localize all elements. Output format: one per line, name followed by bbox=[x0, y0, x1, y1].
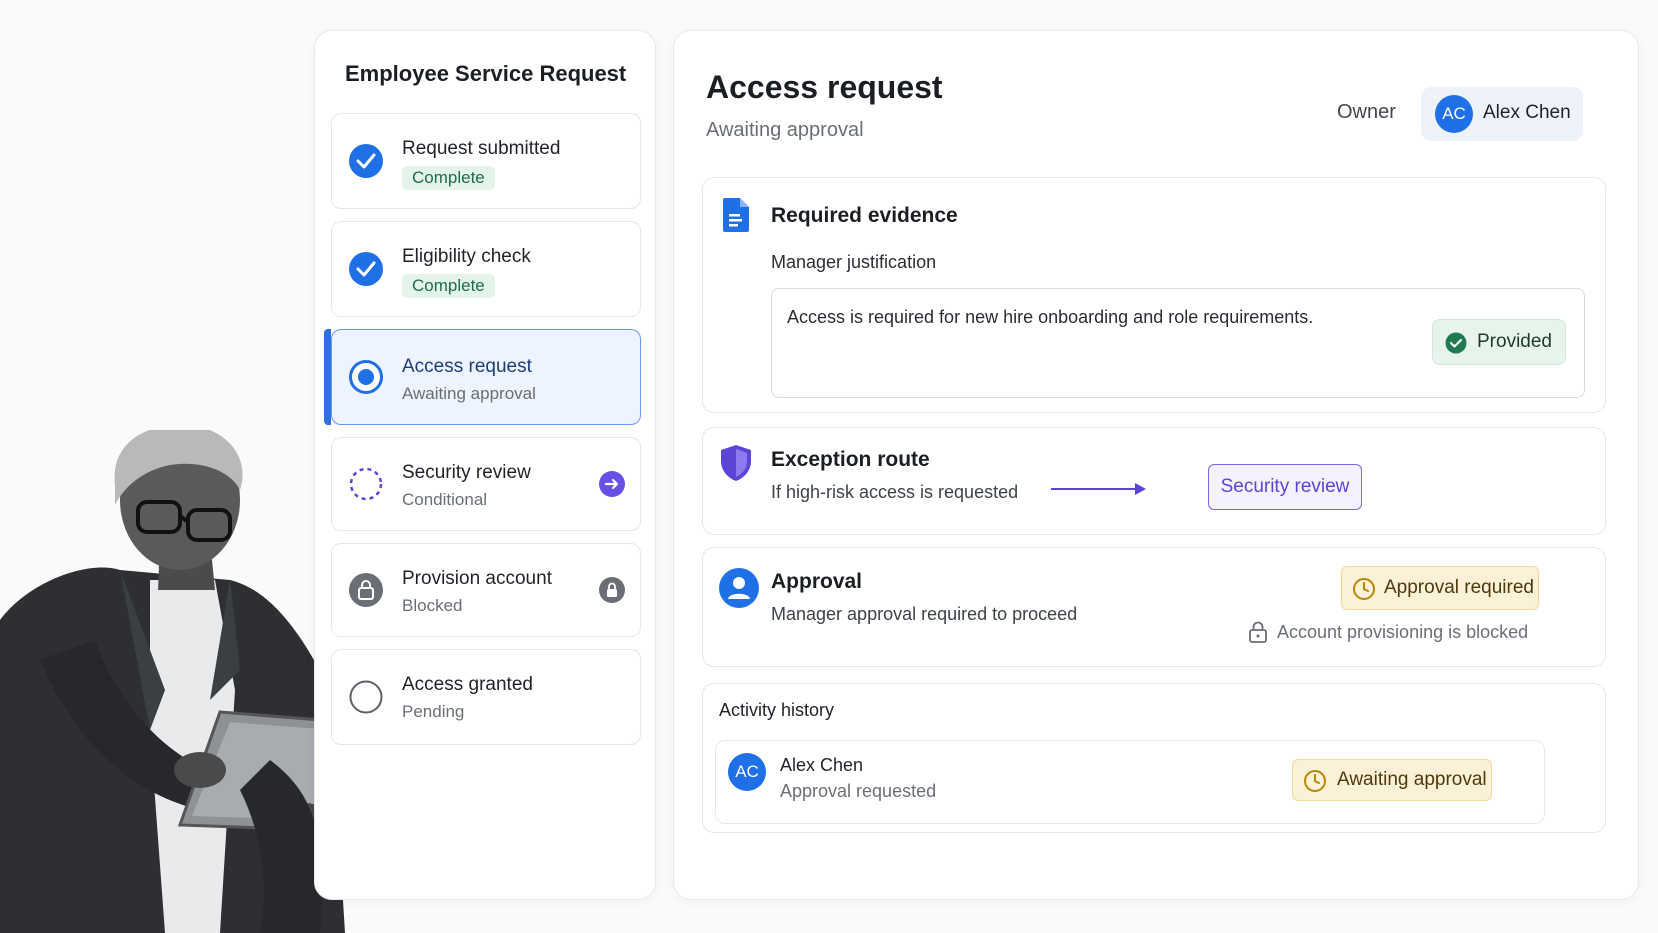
owner-name: Alex Chen bbox=[1483, 102, 1571, 123]
arrow-right-icon[interactable] bbox=[598, 470, 626, 498]
request-detail-panel: Access request Awaiting approval Owner A… bbox=[673, 30, 1639, 900]
status-badge: Awaiting approval bbox=[1292, 759, 1492, 801]
radio-active-icon bbox=[349, 360, 383, 394]
approval-title: Approval bbox=[771, 570, 863, 593]
arrow-right-icon bbox=[1051, 483, 1146, 495]
step-status: Pending bbox=[402, 702, 465, 721]
activity-section: Activity history AC Alex Chen Approval r… bbox=[702, 683, 1606, 833]
blocked-note-text: Account provisioning is blocked bbox=[1277, 622, 1529, 642]
step-security-review[interactable]: Security review Conditional bbox=[331, 437, 641, 531]
step-label: Request submitted bbox=[402, 138, 561, 159]
page-subtitle: Awaiting approval bbox=[706, 119, 864, 141]
lock-icon bbox=[349, 573, 383, 607]
approval-description: Manager approval required to proceed bbox=[771, 604, 1078, 624]
owner-label: Owner bbox=[1337, 101, 1396, 123]
avatar: AC bbox=[1435, 95, 1473, 133]
document-icon bbox=[723, 198, 749, 232]
steps-panel: Employee Service Request Request submitt… bbox=[314, 30, 656, 900]
steps-panel-title: Employee Service Request bbox=[345, 61, 627, 86]
step-label: Access granted bbox=[402, 674, 533, 695]
approval-status: Approval required bbox=[1384, 577, 1534, 598]
check-circle-icon bbox=[349, 144, 383, 178]
empty-circle-icon bbox=[349, 680, 383, 714]
step-label: Security review bbox=[402, 462, 531, 483]
approval-section: Approval Manager approval required to pr… bbox=[702, 547, 1606, 667]
step-label: Provision account bbox=[402, 568, 552, 589]
lock-icon bbox=[599, 577, 625, 603]
step-access-granted[interactable]: Access granted Pending bbox=[331, 649, 641, 745]
provided-label: Provided bbox=[1477, 331, 1552, 352]
activity-title: Activity history bbox=[719, 700, 835, 720]
clock-icon bbox=[1304, 770, 1326, 792]
step-eligibility-check[interactable]: Eligibility check Complete bbox=[331, 221, 641, 317]
clock-icon bbox=[1353, 578, 1375, 600]
step-access-request[interactable]: Access request Awaiting approval bbox=[324, 329, 641, 425]
status-badge: Complete bbox=[402, 166, 495, 190]
step-status: Blocked bbox=[402, 596, 463, 615]
security-review-link[interactable]: Security review bbox=[1208, 464, 1362, 510]
provided-badge: Provided bbox=[1432, 319, 1566, 365]
step-provision-account[interactable]: Provision account Blocked bbox=[331, 543, 641, 637]
list-item[interactable]: AC Alex Chen Approval requested Awaiting… bbox=[715, 740, 1545, 824]
approval-required-badge: Approval required bbox=[1341, 566, 1539, 610]
step-request-submitted[interactable]: Request submitted Complete bbox=[331, 113, 641, 209]
justification-field[interactable]: Access is required for new hire onboardi… bbox=[771, 288, 1585, 398]
activity-action: Approval requested bbox=[780, 781, 937, 801]
activity-name: Alex Chen bbox=[780, 755, 864, 775]
justification-value: Access is required for new hire onboardi… bbox=[787, 307, 1314, 327]
exception-title: Exception route bbox=[771, 448, 930, 471]
dashed-circle-icon bbox=[349, 467, 383, 501]
activity-status: Awaiting approval bbox=[1337, 769, 1487, 790]
evidence-section: Required evidence Manager justification … bbox=[702, 177, 1606, 413]
evidence-title: Required evidence bbox=[771, 204, 958, 227]
step-status: Conditional bbox=[402, 490, 488, 509]
step-label: Eligibility check bbox=[402, 246, 531, 267]
avatar: AC bbox=[728, 753, 766, 791]
shield-icon bbox=[721, 445, 751, 481]
check-circle-icon bbox=[349, 252, 383, 286]
status-badge: Complete bbox=[402, 274, 495, 298]
page-title: Access request bbox=[706, 69, 943, 105]
step-label: Access request bbox=[402, 356, 532, 377]
owner-chip[interactable]: AC Alex Chen bbox=[1421, 87, 1583, 141]
check-circle-icon bbox=[1445, 332, 1467, 354]
step-status: Awaiting approval bbox=[402, 384, 536, 403]
lock-icon bbox=[1249, 621, 1267, 643]
evidence-field-label: Manager justification bbox=[771, 252, 937, 272]
exception-condition: If high-risk access is requested bbox=[771, 482, 1019, 502]
exception-section: Exception route If high-risk access is r… bbox=[702, 427, 1606, 535]
user-icon bbox=[719, 568, 759, 608]
